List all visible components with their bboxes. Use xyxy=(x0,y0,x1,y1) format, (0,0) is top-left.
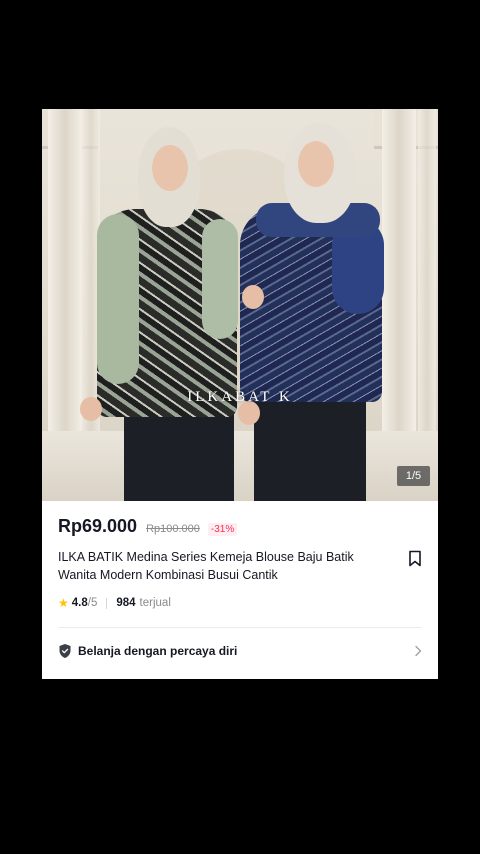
sold-count: 984 xyxy=(116,597,136,609)
background-wall xyxy=(42,431,438,501)
shield-icon xyxy=(59,644,71,658)
bookmark-icon[interactable] xyxy=(408,550,422,567)
trust-banner[interactable]: Belanja dengan percaya diri xyxy=(58,640,422,662)
left-model-face xyxy=(152,145,188,191)
star-icon: ★ xyxy=(58,596,69,610)
original-price: Rp100.000 xyxy=(146,523,200,535)
section-divider xyxy=(58,627,422,628)
left-model-pants xyxy=(124,404,234,501)
left-model-sleeve xyxy=(202,219,238,339)
chevron-right-icon xyxy=(415,645,422,657)
sold-label: terjual xyxy=(139,597,171,609)
product-image[interactable]: ILKABAT K 1/5 xyxy=(42,109,438,501)
title-row: ILKA BATIK Medina Series Kemeja Blouse B… xyxy=(58,548,422,584)
product-title[interactable]: ILKA BATIK Medina Series Kemeja Blouse B… xyxy=(58,548,394,584)
current-price: Rp69.000 xyxy=(58,516,138,536)
meta-divider xyxy=(106,597,108,609)
price-row: Rp69.000 Rp100.000 -31% xyxy=(58,516,422,538)
rating-max: /5 xyxy=(87,597,98,609)
discount-badge: -31% xyxy=(207,523,238,536)
product-info: Rp69.000 Rp100.000 -31% ILKA BATIK Medin… xyxy=(58,501,422,610)
left-model-sleeve xyxy=(97,214,139,384)
brand-watermark: ILKABAT K xyxy=(187,389,293,405)
right-model-face xyxy=(298,141,334,187)
rating-value: 4.8 xyxy=(71,597,88,609)
rating-row: ★ 4.8 /5 984 terjual xyxy=(58,596,422,610)
product-card: ILKABAT K 1/5 Rp69.000 Rp100.000 -31% IL… xyxy=(42,109,438,679)
right-model-hand xyxy=(242,285,264,309)
right-model-pants xyxy=(254,394,366,501)
image-counter: 1/5 xyxy=(397,466,430,486)
trust-banner-label: Belanja dengan percaya diri xyxy=(78,644,238,658)
